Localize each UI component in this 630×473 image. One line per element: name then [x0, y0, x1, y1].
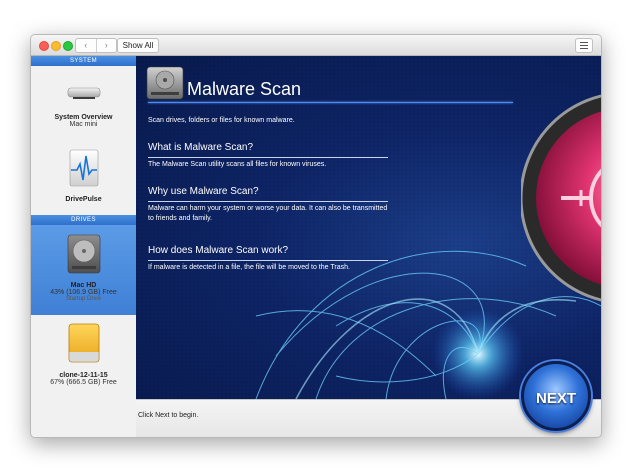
drivepulse-icon: [69, 149, 98, 187]
list-view-button[interactable]: [575, 38, 593, 53]
section-body-what: The Malware Scan utility scans all files…: [148, 161, 327, 168]
main-panel: Malware Scan Scan drives, folders or fil…: [136, 56, 601, 399]
app-window: ‹ › Show All SYSTEM System Overview Mac …: [30, 34, 602, 438]
mac-hd-usage: 43% (106.9 GB) Free: [50, 289, 117, 296]
mac-hd-label: Mac HD: [70, 282, 97, 289]
next-button-label: NEXT: [535, 390, 576, 407]
navigation-buttons: ‹ ›: [75, 38, 117, 53]
title-bar: ‹ › Show All: [31, 35, 601, 56]
page-title: Malware Scan: [187, 79, 302, 99]
section-heading-how: How does Malware Scan work?: [148, 245, 289, 256]
status-text: Click Next to begin.: [138, 412, 199, 419]
drivepulse-label: DrivePulse: [65, 196, 102, 203]
section-divider: [148, 157, 388, 158]
mac-mini-icon: [67, 87, 100, 99]
section-divider: [148, 201, 388, 202]
hard-drive-icon: [146, 66, 184, 100]
show-all-button[interactable]: Show All: [117, 38, 159, 53]
forward-button[interactable]: ›: [97, 39, 117, 52]
sidebar-item-drivepulse[interactable]: DrivePulse: [31, 148, 136, 208]
intro-text: Scan drives, folders or files for known …: [148, 117, 295, 124]
close-window-button[interactable]: [39, 41, 49, 51]
section-heading-why: Why use Malware Scan?: [148, 186, 259, 197]
section-body-why: Malware can harm your system or worse yo…: [148, 205, 388, 222]
zoom-window-button[interactable]: [63, 41, 73, 51]
sidebar: SYSTEM System Overview Mac mini DrivePul…: [31, 56, 137, 437]
title-divider: [148, 102, 513, 103]
system-overview-label: System Overview: [54, 114, 113, 121]
hard-drive-icon: [67, 234, 100, 274]
minimize-window-button[interactable]: [51, 41, 61, 51]
system-overview-subtitle: Mac mini: [69, 121, 98, 128]
next-button[interactable]: NEXT: [521, 361, 591, 431]
drives-section-header: DRIVES: [31, 215, 136, 225]
external-drive-icon: [68, 323, 99, 363]
system-section-header: SYSTEM: [31, 56, 136, 66]
sidebar-item-clone[interactable]: clone-12-11-15 67% (666.5 GB) Free: [31, 318, 136, 398]
section-body-how: If malware is detected in a file, the fi…: [148, 264, 350, 271]
mac-hd-note: Startup Drive: [65, 296, 101, 302]
clone-label: clone-12-11-15: [59, 372, 108, 379]
sidebar-item-mac-hd[interactable]: Mac HD 43% (106.9 GB) Free Startup Drive: [31, 225, 136, 315]
back-button[interactable]: ‹: [76, 39, 97, 52]
section-heading-what: What is Malware Scan?: [148, 142, 254, 153]
sidebar-item-system-overview[interactable]: System Overview Mac mini: [31, 74, 136, 142]
scan-button-graphic: [521, 94, 601, 302]
list-icon: [580, 42, 588, 43]
section-divider: [148, 260, 388, 261]
clone-usage: 67% (666.5 GB) Free: [50, 379, 117, 386]
